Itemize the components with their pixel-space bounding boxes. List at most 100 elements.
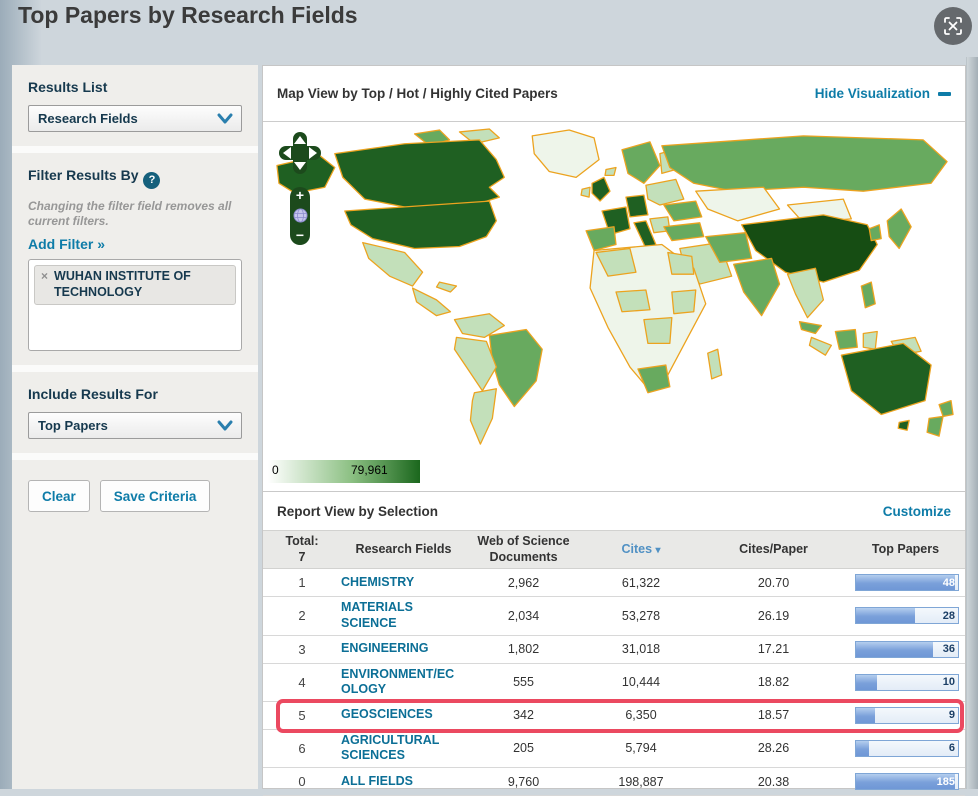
country-region[interactable] [897,419,910,431]
clear-button[interactable]: Clear [28,480,90,512]
include-results-selected: Top Papers [38,418,108,433]
country-region[interactable] [808,336,833,356]
frame-x-glyph [944,17,962,35]
country-region[interactable] [695,186,781,222]
country-region[interactable] [862,330,878,350]
country-region[interactable] [868,224,882,242]
research-field-link[interactable]: CHEMISTRY [341,575,466,591]
wos-documents-cell: 2,034 [507,608,540,623]
country-region[interactable] [886,208,912,250]
country-region[interactable] [604,166,617,177]
results-list-section: Results List Research Fields [12,65,258,146]
active-filters-box[interactable]: × WUHAN INSTITUTE OF TECHNOLOGY [28,259,242,351]
column-header-research-fields[interactable]: Research Fields [341,542,466,558]
country-region[interactable] [643,317,673,344]
column-header-cites-sorted[interactable]: Cites ▾ [581,542,701,558]
customize-link[interactable]: Customize [883,504,951,519]
tag-remove-icon[interactable]: × [41,269,48,285]
top-papers-bar: 10 [855,673,959,691]
results-list-dropdown[interactable]: Research Fields [28,105,242,132]
country-region[interactable] [625,194,649,218]
country-region[interactable] [671,289,697,315]
country-region[interactable] [585,226,617,252]
country-region[interactable] [663,200,703,222]
save-criteria-button[interactable]: Save Criteria [99,480,211,512]
wos-documents-cell: 9,760 [507,774,540,789]
country-region[interactable] [411,287,452,317]
vertical-scrollbar[interactable] [966,57,978,789]
country-region[interactable] [667,251,695,275]
rank-cell: 5 [298,707,306,723]
minus-icon [938,91,951,96]
country-region[interactable] [645,178,685,206]
top-papers-value: 28 [942,609,955,622]
country-region[interactable] [798,320,823,335]
cites-per-paper-cell: 17.21 [757,642,790,656]
country-region[interactable] [334,139,505,210]
country-region[interactable] [663,222,705,242]
filter-tag[interactable]: × WUHAN INSTITUTE OF TECHNOLOGY [34,265,236,306]
rank-cell: 0 [298,774,306,789]
include-results-dropdown[interactable]: Top Papers [28,412,242,439]
country-region[interactable] [926,415,944,437]
country-region[interactable] [840,342,932,416]
country-region[interactable] [344,200,497,250]
country-region[interactable] [435,281,458,293]
cites-cell: 61,322 [621,575,661,590]
top-papers-bar-fill [856,641,933,657]
country-region[interactable] [938,399,954,418]
research-field-link[interactable]: MATERIALS SCIENCE [341,600,466,631]
page-title: Top Papers by Research Fields [18,2,358,28]
help-icon[interactable]: ? [143,172,161,189]
column-header-cites-per-paper[interactable]: Cites/Paper [701,542,846,558]
include-results-heading: Include Results For [28,386,158,402]
country-region[interactable] [488,328,543,408]
wos-documents-cell: 1,802 [507,642,540,656]
globe-icon[interactable] [293,208,308,223]
research-field-link[interactable]: AGRICULTURAL SCIENCES [341,733,466,764]
country-region[interactable] [707,348,723,380]
table-header-row: Total: 7 Research Fields Web of Science … [263,530,965,570]
table-row: 0 ALL FIELDS 9,760 198,887 20.38 185 [263,768,965,796]
top-papers-bar-cell: 48 [846,574,965,592]
country-region[interactable] [362,241,424,287]
legend-min-label: 0 [272,463,279,477]
pan-arrows-icon[interactable] [277,130,323,176]
wos-documents-cell: 555 [513,675,534,690]
top-papers-bar-cell: 185 [846,773,965,790]
sidebar-buttons: Clear Save Criteria [12,460,258,789]
country-region[interactable] [469,388,497,445]
screenshot-translate-icon[interactable] [934,7,972,45]
top-papers-bar-fill [856,674,878,690]
zoom-out-button[interactable]: − [296,228,304,242]
country-region[interactable] [580,186,591,198]
research-field-link[interactable]: ENGINEERING [341,641,466,657]
country-region[interactable] [637,364,671,394]
country-region[interactable] [860,281,876,309]
cites-per-paper-cell: 20.70 [757,575,790,590]
research-field-link[interactable]: ALL FIELDS [341,774,466,790]
country-region[interactable] [615,289,651,313]
top-papers-bar: 6 [855,739,959,757]
column-header-top-papers[interactable]: Top Papers [846,542,965,558]
hide-visualization-link[interactable]: Hide Visualization [815,86,951,101]
research-field-link[interactable]: GEOSCIENCES [341,707,466,723]
zoom-in-button[interactable]: + [296,188,304,202]
country-region[interactable] [531,129,600,179]
column-header-wos-documents[interactable]: Web of Science Documents [466,534,581,565]
world-choropleth-map[interactable] [265,126,963,452]
research-field-link[interactable]: ENVIRONMENT/ECOLOGY [341,667,466,698]
table-body: 1 CHEMISTRY 2,962 61,322 20.70 48 2 MATE… [263,569,965,796]
country-region[interactable] [591,176,611,202]
top-papers-bar-cell: 10 [846,673,965,691]
country-region[interactable] [834,328,858,350]
top-papers-bar-cell: 36 [846,640,965,658]
world-map-area: + − [263,122,965,458]
country-region[interactable] [661,135,948,192]
country-region[interactable] [621,141,661,184]
cites-per-paper-cell: 18.82 [757,675,790,690]
add-filter-link[interactable]: Add Filter » [28,236,105,252]
rank-cell: 2 [298,608,306,624]
cites-per-paper-cell: 28.26 [757,741,790,756]
country-region[interactable] [733,257,781,317]
